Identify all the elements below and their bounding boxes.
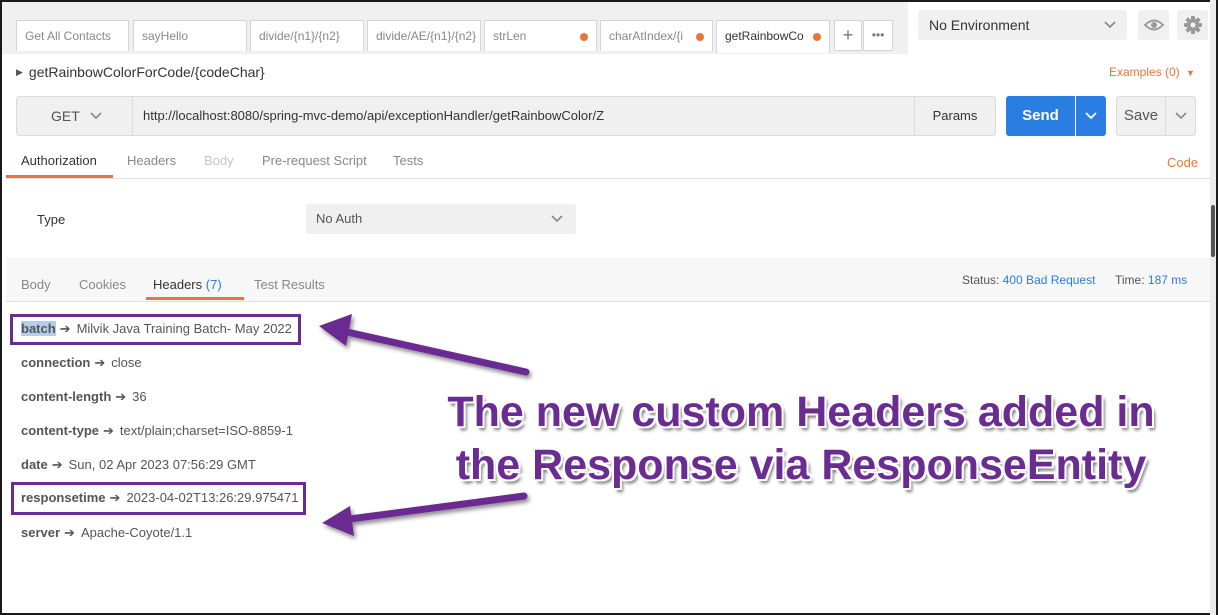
arrow-to-batch [319,314,530,376]
annotation-arrows [319,314,530,536]
arrow-to-responsetime [322,492,528,536]
annotation-caption: The new custom Headers added in the Resp… [447,388,1155,489]
